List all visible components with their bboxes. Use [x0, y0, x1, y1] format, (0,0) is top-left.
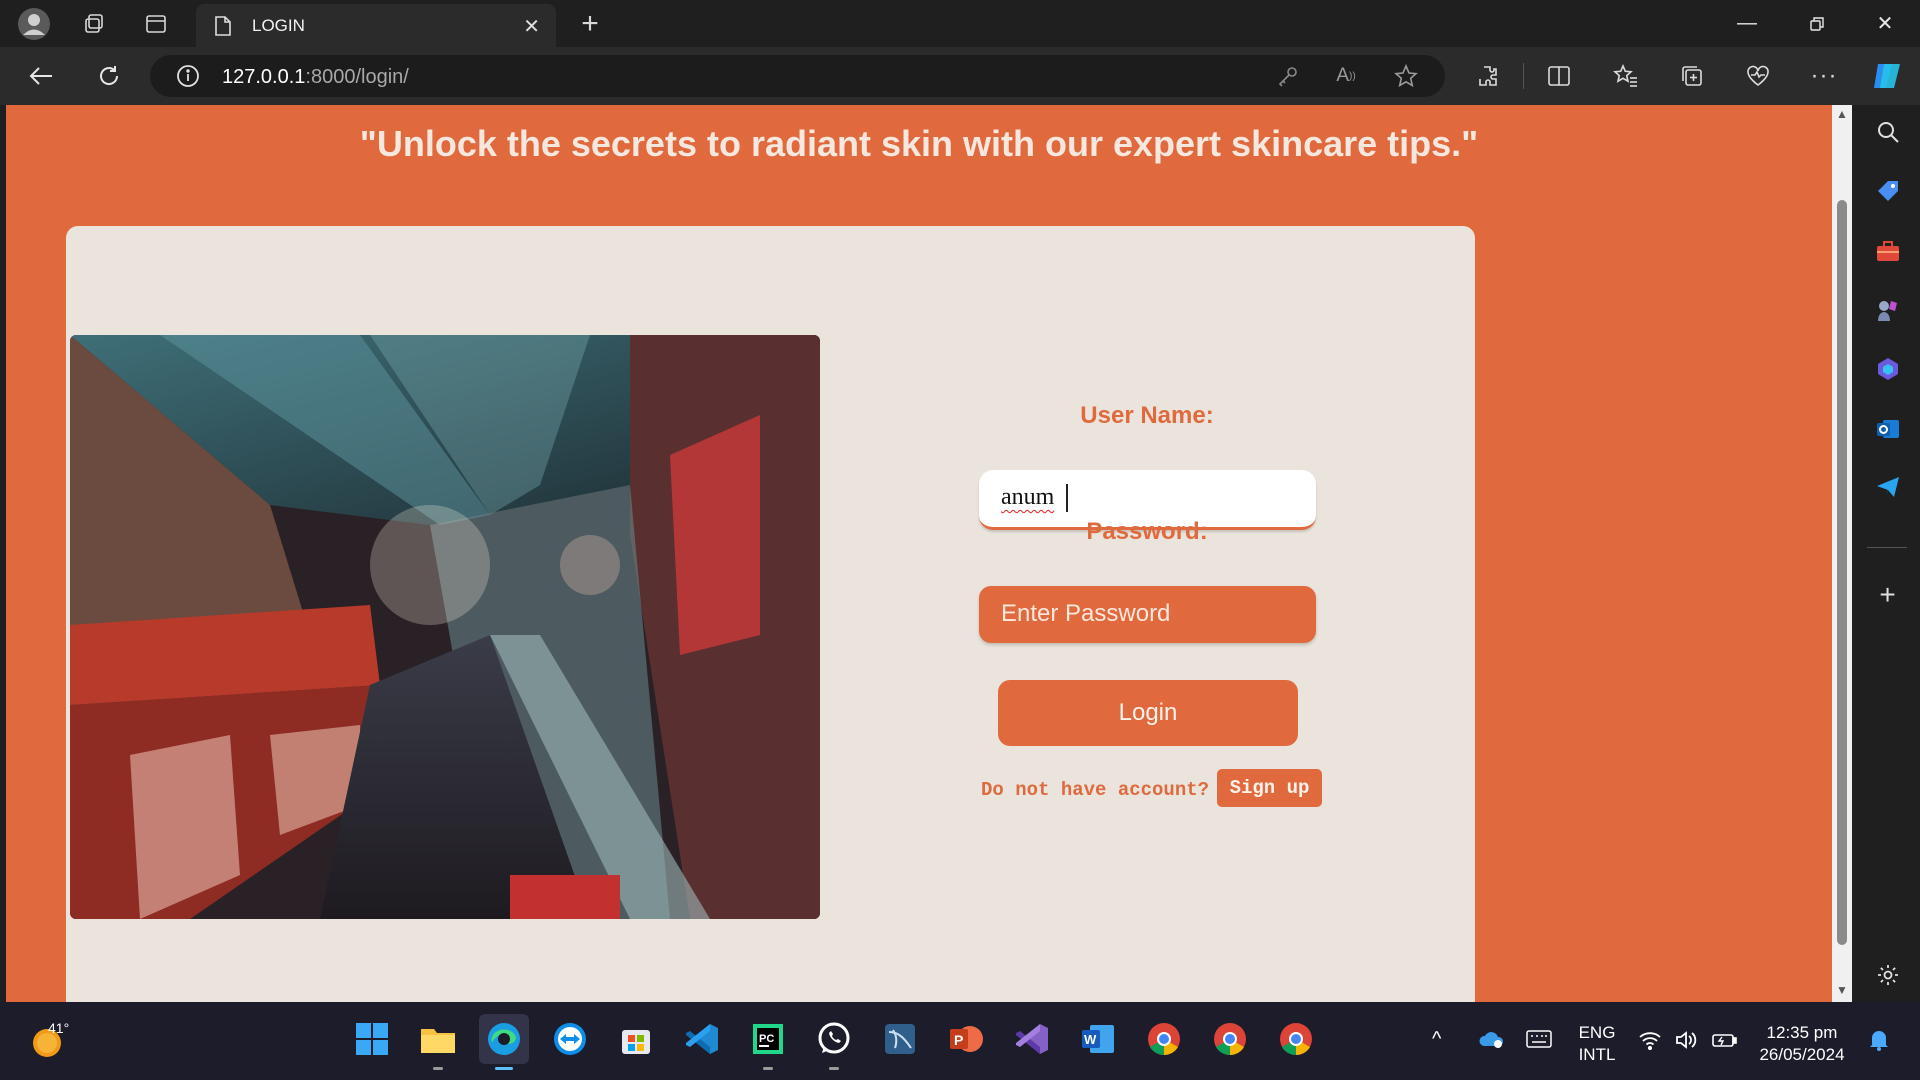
- mysql-workbench-icon[interactable]: [875, 1014, 925, 1064]
- close-tab-icon[interactable]: ✕: [523, 14, 540, 39]
- notifications-bell-icon[interactable]: [1868, 1028, 1890, 1057]
- back-icon[interactable]: [16, 47, 66, 105]
- username-label: User Name:: [1080, 402, 1214, 429]
- text-caret: [1066, 484, 1068, 512]
- settings-more-icon[interactable]: ···: [1800, 47, 1848, 105]
- show-hidden-icons-icon[interactable]: ^: [1432, 1028, 1441, 1051]
- restore-icon[interactable]: [1782, 0, 1852, 47]
- tools-briefcase-icon[interactable]: [1855, 229, 1920, 273]
- page-tagline: "Unlock the secrets to radiant skin with…: [359, 123, 1479, 164]
- browser-essentials-icon[interactable]: [1734, 47, 1782, 105]
- browser-titlebar: LOGIN ✕ + — ✕: [0, 0, 1920, 47]
- chrome-second-profile-icon[interactable]: [1271, 1014, 1321, 1064]
- whatsapp-icon[interactable]: [809, 1014, 859, 1070]
- scroll-up-arrow-icon[interactable]: ▲: [1835, 107, 1849, 121]
- favorite-star-icon[interactable]: [1386, 55, 1426, 97]
- volume-icon[interactable]: [1674, 1030, 1698, 1055]
- site-info-icon[interactable]: [168, 55, 208, 97]
- word-icon[interactable]: W: [1073, 1014, 1123, 1064]
- minimize-icon[interactable]: —: [1712, 0, 1782, 47]
- windows-taskbar: PC P W ^ ENG INTL 12:35 pm 26/05/2024: [0, 1002, 1920, 1080]
- collections-icon[interactable]: [1668, 47, 1716, 105]
- svg-text:P: P: [954, 1032, 963, 1048]
- chrome-icon[interactable]: [1139, 1014, 1189, 1064]
- weather-temperature: 41°: [48, 1020, 70, 1036]
- keyboard-icon[interactable]: [1526, 1030, 1552, 1053]
- file-explorer-icon[interactable]: [413, 1014, 463, 1070]
- chrome-profile-icon[interactable]: [1205, 1014, 1255, 1064]
- svg-text:PC: PC: [759, 1033, 774, 1045]
- login-card: User Name: anum Password: Enter Password…: [66, 226, 1475, 1002]
- outlook-icon[interactable]: [1855, 407, 1920, 451]
- hero-image: [70, 335, 820, 919]
- favorites-icon[interactable]: [1602, 47, 1650, 105]
- edge-sidebar: +: [1855, 105, 1920, 1002]
- page-scrollbar[interactable]: ▲ ▼: [1832, 105, 1852, 1002]
- add-sidebar-app-icon[interactable]: +: [1855, 573, 1920, 617]
- edge-icon[interactable]: [479, 1014, 529, 1070]
- copilot-sidebar-icon[interactable]: [1855, 347, 1920, 391]
- copilot-icon[interactable]: [1863, 47, 1911, 105]
- onedrive-icon[interactable]: [1478, 1028, 1506, 1055]
- extensions-icon[interactable]: [1463, 47, 1511, 105]
- password-label: Password:: [1086, 518, 1208, 545]
- teamviewer-icon[interactable]: [545, 1014, 595, 1064]
- sidebar-settings-gear-icon[interactable]: [1855, 953, 1920, 997]
- url-text: 127.0.0.1:8000/login/: [222, 66, 409, 88]
- address-bar[interactable]: 127.0.0.1:8000/login/ A)): [150, 55, 1445, 97]
- password-input[interactable]: Enter Password: [979, 586, 1316, 643]
- vscode-icon[interactable]: [677, 1014, 727, 1064]
- shopping-tag-icon[interactable]: [1855, 169, 1920, 213]
- language-indicator[interactable]: ENG INTL: [1572, 1022, 1622, 1066]
- scroll-down-arrow-icon[interactable]: ▼: [1835, 983, 1849, 997]
- page-icon: [214, 15, 232, 42]
- scrollbar-thumb[interactable]: [1837, 200, 1847, 945]
- close-window-icon[interactable]: ✕: [1850, 0, 1920, 47]
- powerpoint-icon[interactable]: P: [941, 1014, 991, 1064]
- tab-actions-icon[interactable]: [134, 0, 178, 47]
- sidebar-search-icon[interactable]: [1855, 110, 1920, 154]
- password-placeholder: Enter Password: [1001, 600, 1171, 627]
- sidebar-divider: [1867, 547, 1907, 548]
- send-telegram-icon[interactable]: [1855, 465, 1920, 509]
- clock[interactable]: 12:35 pm 26/05/2024: [1752, 1022, 1852, 1066]
- toolbar-divider: [1523, 63, 1524, 89]
- games-icon[interactable]: [1855, 288, 1920, 332]
- page-viewport: "Unlock the secrets to radiant skin with…: [6, 105, 1832, 1002]
- no-account-text: Do not have account?: [981, 779, 1210, 801]
- start-icon[interactable]: [347, 1014, 397, 1064]
- browser-toolbar: 127.0.0.1:8000/login/ A)) ···: [0, 47, 1920, 105]
- read-aloud-icon[interactable]: A)): [1326, 55, 1366, 97]
- microsoft-store-icon[interactable]: [611, 1014, 661, 1064]
- pycharm-icon[interactable]: PC: [743, 1014, 793, 1070]
- tab-login[interactable]: LOGIN ✕: [196, 4, 556, 47]
- wifi-icon[interactable]: [1638, 1030, 1662, 1055]
- signup-button[interactable]: Sign up: [1217, 769, 1322, 807]
- split-screen-icon[interactable]: [1535, 47, 1583, 105]
- battery-icon[interactable]: [1712, 1030, 1738, 1055]
- svg-text:W: W: [1084, 1032, 1097, 1047]
- refresh-icon[interactable]: [84, 47, 134, 105]
- new-tab-icon[interactable]: +: [568, 0, 612, 47]
- tab-title: LOGIN: [252, 16, 305, 35]
- profile-avatar-icon[interactable]: [12, 0, 56, 47]
- password-key-icon[interactable]: [1268, 55, 1308, 97]
- login-button[interactable]: Login: [998, 680, 1298, 746]
- workspaces-icon[interactable]: [72, 0, 116, 47]
- username-value: anum: [1001, 484, 1055, 510]
- visual-studio-icon[interactable]: [1007, 1014, 1057, 1064]
